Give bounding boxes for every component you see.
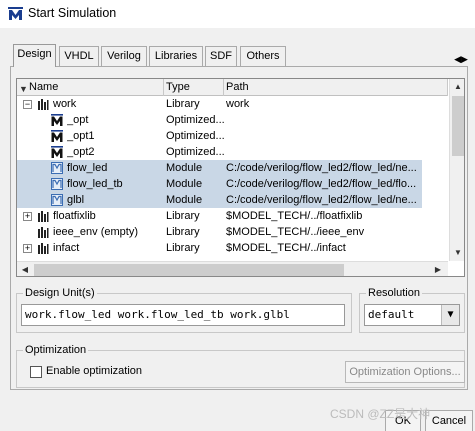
library-icon <box>37 210 49 222</box>
tree-row[interactable]: _opt2 Optimized... <box>17 144 422 160</box>
vertical-scroll-thumb[interactable] <box>452 96 464 156</box>
tab-design[interactable]: Design <box>13 44 56 67</box>
vertical-scrollbar[interactable]: ▲ ▼ <box>449 79 464 261</box>
column-header-path[interactable]: Path <box>224 79 448 96</box>
row-type: Library <box>166 242 200 254</box>
tree-row[interactable]: + floatfixlib Library $MODEL_TECH/../floatf… <box>17 208 422 224</box>
row-name: infact <box>53 242 80 254</box>
row-type: Optimized... <box>166 130 224 142</box>
library-icon <box>37 98 49 110</box>
resolution-select[interactable]: default ▼ <box>364 304 460 326</box>
design-unit-group: Design Unit(s) work.flow_led work.flow_l… <box>16 286 352 333</box>
tree-row[interactable]: ieee_env (empty) Library $MODEL_TECH/../ie… <box>17 224 422 240</box>
optimized-design-icon <box>51 130 63 142</box>
row-path: $MODEL_TECH/../floatfixlib <box>226 210 363 222</box>
module-icon <box>51 194 63 206</box>
library-icon <box>37 242 49 254</box>
dropdown-arrow-icon[interactable]: ▼ <box>441 305 459 325</box>
optimized-design-icon <box>51 146 63 158</box>
row-path: $MODEL_TECH/../ieee_env <box>226 226 365 238</box>
row-name: work <box>53 98 77 110</box>
module-icon <box>51 162 63 174</box>
row-type: Module <box>166 162 203 174</box>
row-name: _opt <box>67 114 89 126</box>
optimization-label: Optimization <box>23 343 89 357</box>
row-type: Optimized... <box>166 114 224 126</box>
modelsim-logo-icon <box>8 7 23 20</box>
tree-header: ▼ Name Type Path <box>17 79 448 96</box>
row-path: C:/code/verilog/flow_led2/flow_led/ne... <box>226 162 417 174</box>
tree-row[interactable]: glbl Module C:/code/verilog/flow_led2/flow… <box>17 192 422 208</box>
resolution-group: Resolution default ▼ <box>359 286 465 333</box>
library-icon <box>37 226 49 238</box>
row-path: $MODEL_TECH/../infact <box>226 242 346 254</box>
tree-row[interactable]: + infact Library $MODEL_TECH/../infact <box>17 240 422 256</box>
tab-scroll-arrows[interactable]: ◀▶ <box>452 53 470 67</box>
horizontal-scrollbar[interactable]: ◀ ▶ <box>17 261 448 276</box>
row-type: Library <box>166 226 200 238</box>
tree-row[interactable]: _opt1 Optimized... <box>17 128 422 144</box>
row-name: flow_led <box>67 162 108 174</box>
enable-optimization-label[interactable]: Enable optimization <box>46 365 142 377</box>
watermark: CSDN @ZZ是大神 <box>330 407 431 421</box>
design-unit-input[interactable]: work.flow_led work.flow_led_tb work.glbl <box>21 304 345 326</box>
resolution-label: Resolution <box>366 286 422 300</box>
row-type: Library <box>166 210 200 222</box>
row-name: _opt1 <box>67 130 95 142</box>
row-type: Library <box>166 98 200 110</box>
sort-arrow-icon: ▼ <box>19 84 28 94</box>
optimization-group: Optimization Enable optimization Optimiz… <box>16 343 465 388</box>
row-name: _opt2 <box>67 146 95 158</box>
scroll-left-icon[interactable]: ◀ <box>17 262 33 276</box>
tab-others[interactable]: Others <box>240 46 286 66</box>
library-tree[interactable]: ▼ Name Type Path − work Library work _opt Opt… <box>16 78 465 277</box>
optimized-design-icon <box>51 114 63 126</box>
row-path: C:/code/verilog/flow_led2/flow_led/ne... <box>226 194 417 206</box>
row-name: ieee_env (empty) <box>53 226 138 238</box>
title-bar: Start Simulation <box>0 0 475 28</box>
column-header-name[interactable]: ▼ Name <box>17 79 164 96</box>
tree-row[interactable]: flow_led Module C:/code/verilog/flow_led2/… <box>17 160 422 176</box>
row-path: work <box>226 98 250 110</box>
row-path: C:/code/verilog/flow_led2/flow_led/flo..… <box>226 178 417 190</box>
tab-vhdl[interactable]: VHDL <box>59 46 99 66</box>
row-name: flow_led_tb <box>67 178 123 190</box>
optimization-options-button[interactable]: Optimization Options... <box>345 361 465 383</box>
scroll-up-icon[interactable]: ▲ <box>450 79 464 95</box>
row-type: Module <box>166 178 203 190</box>
expand-icon[interactable]: + <box>23 244 32 253</box>
scroll-right-icon[interactable]: ▶ <box>430 262 446 276</box>
tab-verilog[interactable]: Verilog <box>101 46 147 66</box>
row-type: Optimized... <box>166 146 224 158</box>
tab-sdf[interactable]: SDF <box>205 46 237 66</box>
design-unit-label: Design Unit(s) <box>23 286 97 300</box>
module-icon <box>51 178 63 190</box>
row-type: Module <box>166 194 203 206</box>
collapse-icon[interactable]: − <box>23 100 32 109</box>
cancel-button[interactable]: Cancel <box>425 410 473 431</box>
enable-optimization-checkbox[interactable] <box>30 366 42 378</box>
row-name: floatfixlib <box>53 210 96 222</box>
window-title: Start Simulation <box>28 6 117 20</box>
tree-row[interactable]: _opt Optimized... <box>17 112 422 128</box>
tab-libraries[interactable]: Libraries <box>149 46 203 66</box>
horizontal-scroll-thumb[interactable] <box>34 264 344 276</box>
column-header-type[interactable]: Type <box>164 79 224 96</box>
expand-icon[interactable]: + <box>23 212 32 221</box>
resolution-value: default <box>368 308 415 321</box>
scroll-down-icon[interactable]: ▼ <box>450 245 464 261</box>
tree-row[interactable]: − work Library work <box>17 96 422 112</box>
tree-row[interactable]: flow_led_tb Module C:/code/verilog/flow_le… <box>17 176 422 192</box>
row-name: glbl <box>67 194 85 206</box>
